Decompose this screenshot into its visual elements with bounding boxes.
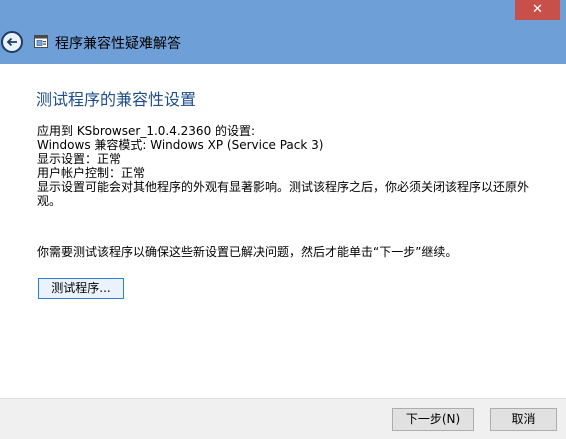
- page-heading: 测试程序的兼容性设置: [36, 90, 197, 109]
- instruction-text: 你需要测试该程序以确保这些新设置已解决问题，然后才能单击“下一步”继续。: [37, 245, 458, 259]
- troubleshooter-icon: [34, 35, 48, 48]
- display-warning-line: 显示设置可能会对其他程序的外观有显著影响。测试该程序之后，你必须关闭该程序以还原…: [37, 180, 530, 208]
- compat-mode-line: Windows 兼容模式: Windows XP (Service Pack 3…: [37, 138, 324, 152]
- applied-to-line: 应用到 KSbrowser_1.0.4.2360 的设置:: [37, 124, 256, 138]
- title-bar: ✕ 程序兼容性疑难解答: [0, 0, 566, 64]
- back-arrow-icon: [6, 37, 17, 47]
- uac-line: 用户帐户控制：正常: [37, 166, 146, 180]
- settings-info: 应用到 KSbrowser_1.0.4.2360 的设置: Windows 兼容…: [37, 124, 557, 208]
- close-button[interactable]: ✕: [515, 0, 560, 20]
- footer-bar: 下一步(N) 取消: [0, 398, 566, 439]
- back-button[interactable]: [1, 31, 23, 53]
- display-setting-line: 显示设置：正常: [37, 152, 122, 166]
- test-program-button[interactable]: 测试程序...: [38, 278, 124, 299]
- cancel-button[interactable]: 取消: [490, 408, 557, 431]
- next-button[interactable]: 下一步(N): [392, 408, 474, 431]
- window-title: 程序兼容性疑难解答: [55, 36, 181, 52]
- content-area: 测试程序的兼容性设置 应用到 KSbrowser_1.0.4.2360 的设置:…: [0, 64, 566, 398]
